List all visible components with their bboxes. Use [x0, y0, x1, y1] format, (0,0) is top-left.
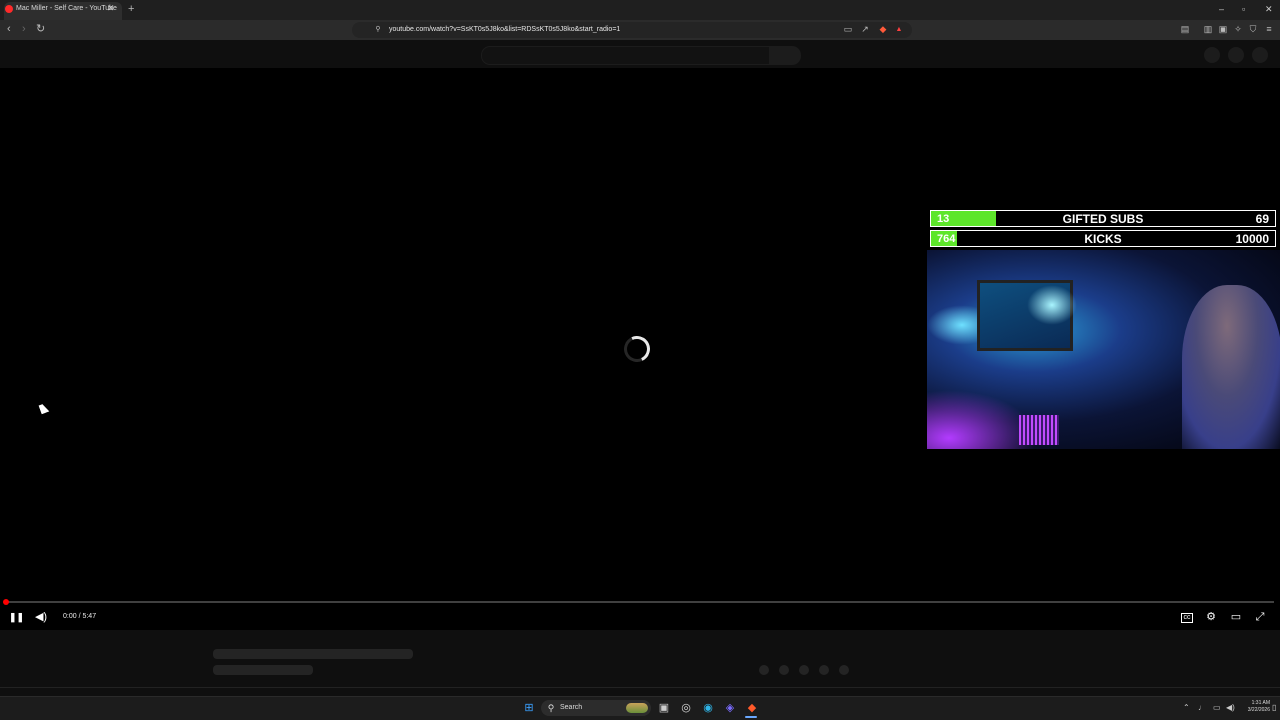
goal-label: GIFTED SUBS — [1062, 212, 1144, 226]
time-display: 0:00 / 5:47 — [63, 613, 97, 620]
tab-search-icon[interactable]: ▤ — [1180, 24, 1190, 35]
search-highlight-image[interactable] — [626, 703, 648, 713]
tray-overflow-icon[interactable]: ⌃ — [1183, 702, 1190, 714]
goal-bar-kicks: KICKS 764 10000 — [930, 230, 1276, 247]
fullscreen-icon[interactable]: ⤢ — [1253, 610, 1267, 624]
youtube-search-button[interactable] — [769, 46, 801, 65]
minimize-icon[interactable]: – — [1219, 2, 1224, 16]
captions-icon[interactable]: cc — [1181, 613, 1193, 623]
search-icon: ⚲ — [547, 703, 555, 713]
create-button-placeholder[interactable] — [1204, 47, 1220, 63]
progress-bar[interactable] — [6, 601, 1274, 603]
maximize-icon[interactable]: ▫ — [1242, 2, 1245, 16]
webcam-overlay — [927, 250, 1280, 449]
goal-current: 13 — [937, 213, 950, 225]
action-skeleton — [779, 665, 789, 675]
back-icon[interactable]: ‹ — [7, 22, 11, 36]
title-skeleton — [213, 649, 413, 659]
tab-title: Mac Miller - Self Care - YouTube — [16, 5, 117, 12]
share-icon[interactable]: ↗ — [860, 24, 870, 35]
browser-tab-strip — [0, 0, 1280, 20]
pause-icon[interactable]: ❚❚ — [9, 610, 24, 624]
taskbar-clock[interactable]: 1:31 AM 3/22/2026 — [1240, 700, 1270, 714]
brave-shields-icon[interactable]: ◆ — [878, 24, 888, 35]
goal-label: KICKS — [1084, 232, 1122, 246]
edge-icon[interactable]: ◉ — [701, 701, 715, 715]
channel-skeleton — [213, 665, 313, 675]
site-info-icon[interactable]: ⚲ — [373, 24, 383, 35]
goal-target: 10000 — [1235, 232, 1269, 246]
theater-mode-icon[interactable]: ▭ — [1229, 610, 1243, 624]
action-skeleton — [819, 665, 829, 675]
speaker-icon[interactable]: ◀) — [1226, 702, 1235, 714]
action-skeleton — [839, 665, 849, 675]
microphone-icon[interactable]: ♩ — [1198, 702, 1206, 714]
clock-date: 3/22/2026 — [1247, 707, 1270, 713]
brave-icon[interactable]: ◆ — [745, 701, 759, 715]
volume-icon[interactable]: ◀) — [34, 610, 48, 624]
network-icon[interactable]: ▭ — [1213, 702, 1221, 714]
action-skeleton — [759, 665, 769, 675]
brave-rewards-icon[interactable]: ▲ — [894, 24, 904, 35]
new-tab-icon[interactable]: + — [128, 3, 134, 15]
tab-close-icon[interactable]: ✕ — [107, 2, 115, 14]
vpn-icon[interactable]: ⛉ — [1248, 24, 1258, 35]
reload-icon[interactable]: ↻ — [36, 22, 45, 36]
goal-target: 69 — [1255, 212, 1269, 226]
webcam-streamer — [1182, 285, 1280, 449]
action-skeleton — [799, 665, 809, 675]
cast-icon[interactable]: ▭ — [843, 24, 853, 35]
divider — [0, 687, 1280, 688]
clock-time: 1:31 AM — [1251, 700, 1270, 706]
goal-bar-gifted-subs: GIFTED SUBS 13 69 — [930, 210, 1276, 227]
discord-icon[interactable]: ◈ — [723, 701, 737, 715]
active-app-indicator — [745, 716, 757, 718]
leo-icon[interactable]: ✧ — [1233, 24, 1243, 35]
wallet-icon[interactable]: ▣ — [1218, 24, 1228, 35]
windows-start-icon[interactable]: ⊞ — [522, 701, 536, 715]
avatar-placeholder[interactable] — [1252, 47, 1268, 63]
youtube-favicon-icon — [5, 5, 13, 13]
menu-icon[interactable]: ≡ — [1264, 24, 1274, 35]
task-view-icon[interactable]: ▣ — [657, 701, 671, 715]
chrome-icon[interactable]: ◎ — [679, 701, 693, 715]
notification-bell-icon[interactable]: ▯ — [1272, 702, 1276, 714]
notifications-placeholder[interactable] — [1228, 47, 1244, 63]
progress-scrubber[interactable] — [3, 599, 9, 605]
sidebar-icon[interactable]: ▥ — [1203, 24, 1213, 35]
goal-current: 764 — [937, 233, 956, 245]
webcam-keyboard — [1019, 415, 1059, 445]
youtube-search-input[interactable] — [481, 46, 771, 65]
forward-icon[interactable]: › — [22, 22, 26, 36]
url-text: youtube.com/watch?v=SsKT0s5J8ko&list=RDS… — [389, 26, 621, 33]
settings-gear-icon[interactable]: ⚙ — [1204, 610, 1218, 624]
webcam-light — [1027, 285, 1077, 325]
window-close-icon[interactable]: ✕ — [1265, 2, 1273, 16]
taskbar-search-label: Search — [560, 704, 583, 711]
